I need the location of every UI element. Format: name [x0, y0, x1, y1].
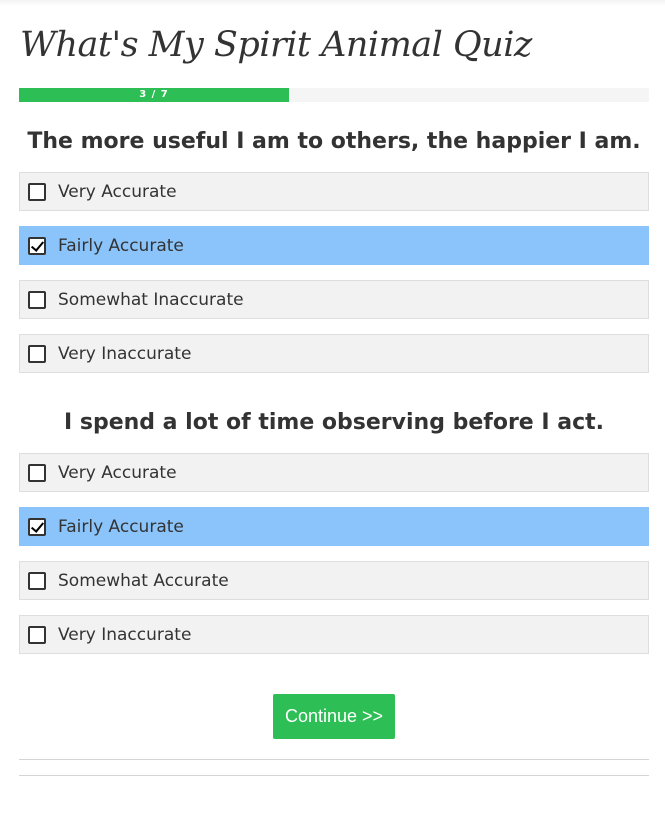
- top-shadow: [0, 0, 665, 6]
- quiz-title: What's My Spirit Animal Quiz: [20, 25, 532, 65]
- checkbox-icon[interactable]: [28, 517, 46, 536]
- quiz-page: What's My Spirit Animal Quiz 3 / 7 The m…: [0, 0, 665, 831]
- question-text: The more useful I am to others, the happ…: [27, 129, 641, 154]
- option-somewhat-inaccurate[interactable]: Somewhat Inaccurate: [19, 280, 649, 319]
- checkmark-icon: [30, 518, 45, 533]
- answer-options: Very Accurate Fairly Accurate Somewhat I…: [19, 172, 649, 373]
- checkbox-icon[interactable]: [28, 290, 46, 309]
- checkbox-icon[interactable]: [28, 463, 46, 482]
- continue-button[interactable]: Continue >>: [273, 694, 395, 739]
- option-somewhat-accurate[interactable]: Somewhat Accurate: [19, 561, 649, 600]
- option-label: Very Accurate: [58, 181, 177, 202]
- question-2: I spend a lot of time observing before I…: [19, 405, 649, 669]
- divider: [19, 775, 649, 776]
- option-very-accurate[interactable]: Very Accurate: [19, 172, 649, 211]
- option-fairly-accurate[interactable]: Fairly Accurate: [19, 226, 649, 265]
- question-text: I spend a lot of time observing before I…: [64, 410, 604, 435]
- option-very-accurate[interactable]: Very Accurate: [19, 453, 649, 492]
- option-label: Very Accurate: [58, 462, 177, 483]
- option-label: Fairly Accurate: [58, 516, 184, 537]
- option-label: Very Inaccurate: [58, 624, 192, 645]
- option-label: Somewhat Inaccurate: [58, 289, 244, 310]
- divider: [19, 759, 649, 760]
- option-label: Fairly Accurate: [58, 235, 184, 256]
- checkbox-icon[interactable]: [28, 625, 46, 644]
- progress-bar: 3 / 7: [19, 88, 649, 102]
- option-fairly-accurate[interactable]: Fairly Accurate: [19, 507, 649, 546]
- checkbox-icon[interactable]: [28, 344, 46, 363]
- option-label: Very Inaccurate: [58, 343, 192, 364]
- answer-options: Very Accurate Fairly Accurate Somewhat A…: [19, 453, 649, 654]
- checkmark-icon: [30, 237, 45, 252]
- checkbox-icon[interactable]: [28, 182, 46, 201]
- option-very-inaccurate[interactable]: Very Inaccurate: [19, 334, 649, 373]
- progress-fill: 3 / 7: [19, 88, 290, 102]
- question-1: The more useful I am to others, the happ…: [19, 124, 649, 388]
- checkbox-icon[interactable]: [28, 236, 46, 255]
- option-very-inaccurate[interactable]: Very Inaccurate: [19, 615, 649, 654]
- checkbox-icon[interactable]: [28, 571, 46, 590]
- option-label: Somewhat Accurate: [58, 570, 229, 591]
